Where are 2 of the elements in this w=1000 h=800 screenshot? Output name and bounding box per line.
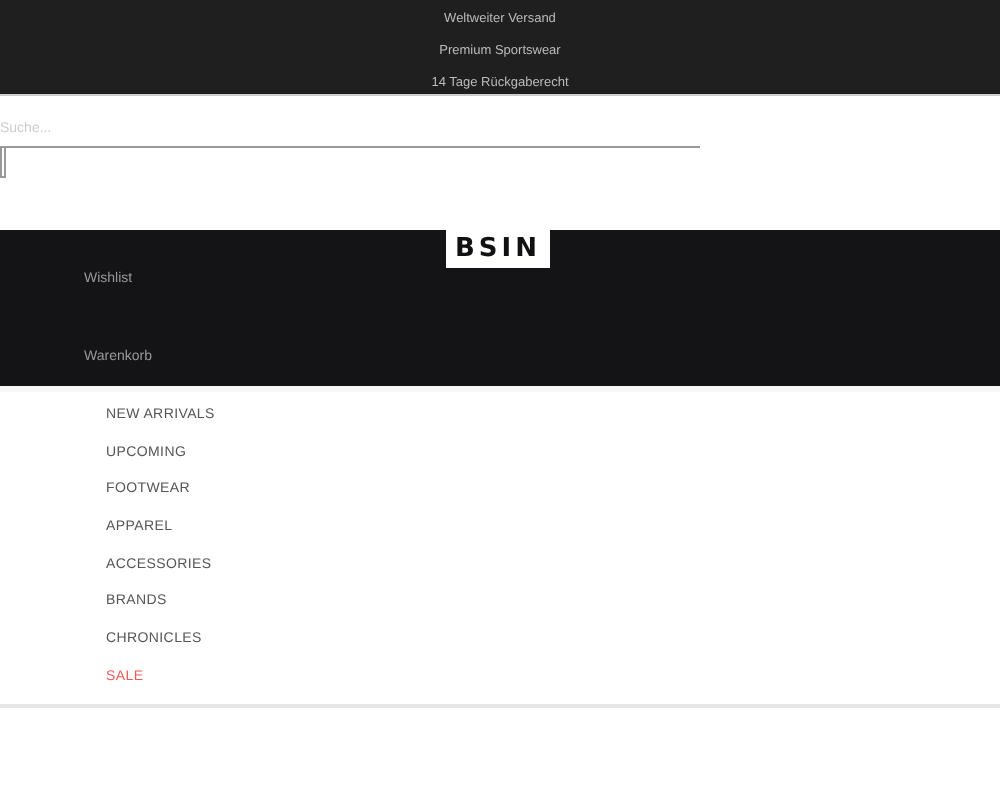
logo[interactable]: BSIN	[446, 230, 550, 268]
text-field[interactable]	[0, 147, 6, 177]
